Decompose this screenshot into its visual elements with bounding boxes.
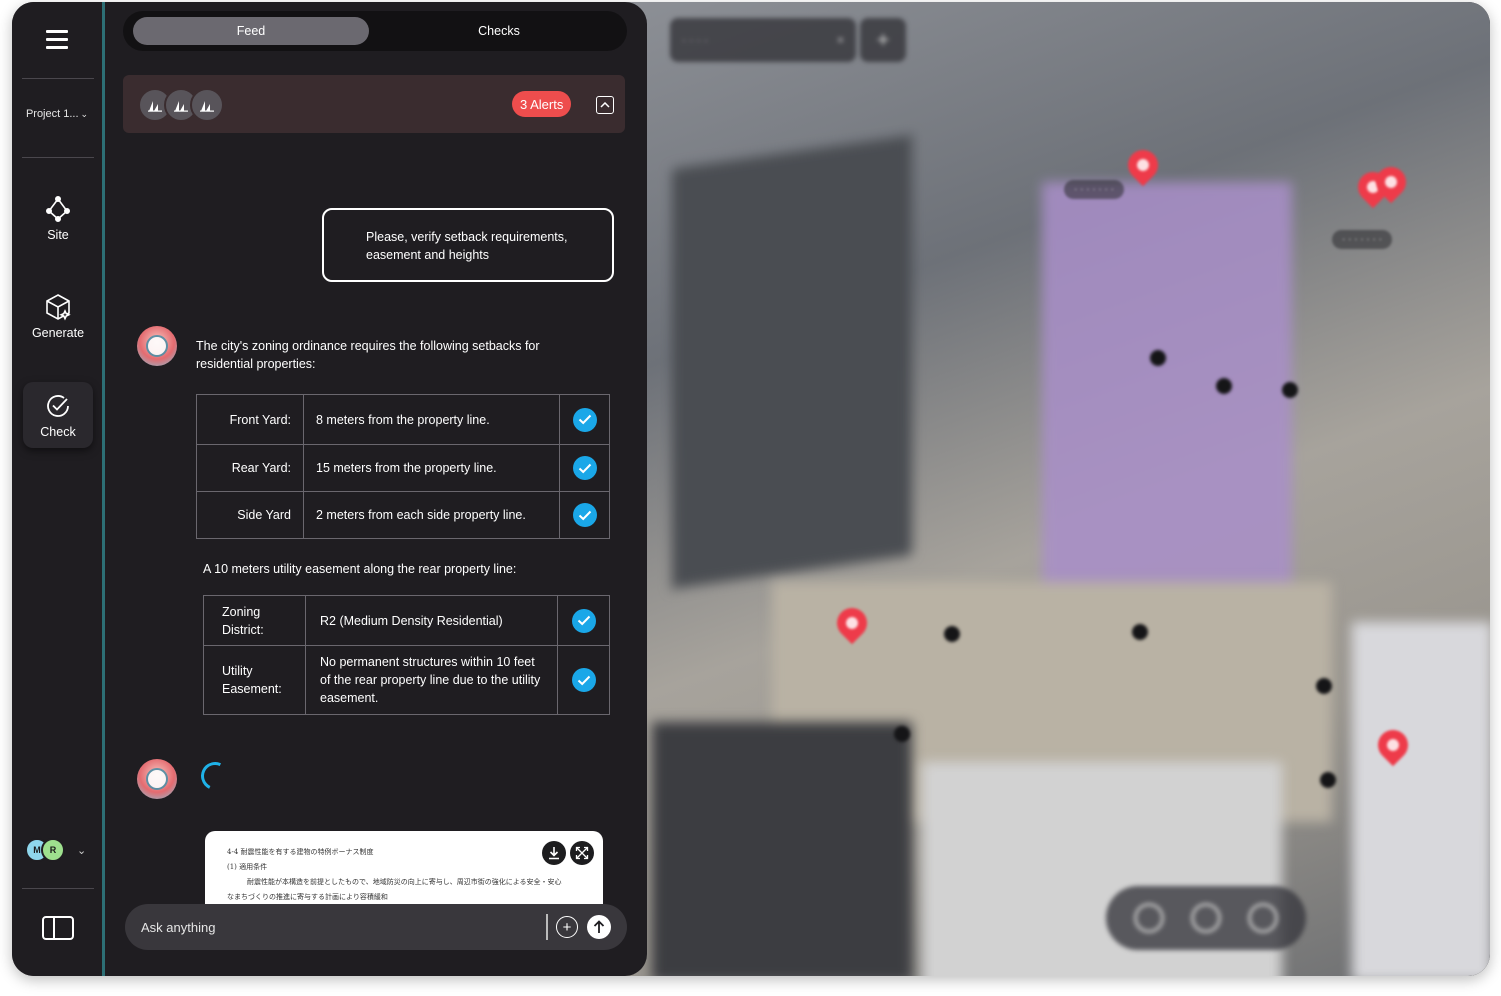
table-row: Side Yard 2 meters from each side proper…	[196, 491, 610, 539]
map-marker[interactable]	[894, 726, 910, 742]
site-nodes-icon	[44, 194, 72, 224]
chevron-down-icon[interactable]: ⌄	[77, 844, 86, 857]
map-marker[interactable]	[944, 626, 960, 642]
row-label: Front Yard:	[196, 394, 304, 445]
add-tab-button[interactable]: +	[860, 18, 906, 62]
map-building	[672, 135, 912, 589]
assistant-avatar	[137, 326, 177, 366]
row-label: Rear Yard:	[196, 444, 304, 492]
rail-item-generate[interactable]: Generate	[23, 283, 93, 349]
close-icon[interactable]: ×	[837, 33, 844, 47]
chat-input[interactable]	[141, 904, 531, 950]
tab-checks[interactable]: Checks	[381, 17, 617, 45]
map-marker[interactable]	[1132, 624, 1148, 640]
collapse-icon[interactable]	[596, 96, 614, 114]
assistant-avatar	[137, 759, 177, 799]
check-status-icon	[572, 456, 597, 480]
row-value: No permanent structures within 10 feet o…	[305, 645, 558, 715]
map-marker[interactable]	[1316, 678, 1332, 694]
download-icon[interactable]	[542, 841, 566, 865]
project-selector-label: Project 1...	[25, 108, 79, 120]
doc-line: 耐震性能が本構造を前提としたもので、地域防災の向上に寄与し、周辺市街の強化による…	[247, 878, 562, 886]
map-3d-view[interactable]: · · · · · · · · · · · · · · · · · · × +	[572, 2, 1490, 976]
lasso-tool-icon[interactable]	[1248, 903, 1279, 933]
loading-spinner-icon	[197, 758, 233, 794]
rail-item-label: Check	[40, 425, 76, 439]
generate-cube-icon	[43, 292, 73, 322]
collaborators[interactable]: M R ⌄	[25, 836, 86, 864]
doc-line: (1) 適用条件	[227, 863, 268, 871]
avatar: R	[41, 838, 65, 862]
row-label: Side Yard	[196, 491, 304, 539]
doc-line: なまちづくりの推進に寄与する計画により容積緩和	[227, 893, 388, 901]
map-building	[652, 722, 912, 976]
tab-switcher: Feed Checks	[123, 11, 627, 51]
divider	[22, 78, 94, 79]
orbit-tool-icon[interactable]	[1133, 903, 1164, 933]
map-toolbar	[1106, 886, 1306, 950]
row-value: 15 meters from the property line.	[303, 444, 560, 492]
row-label: Utility Easement:	[203, 645, 306, 715]
row-value: R2 (Medium Density Residential)	[305, 595, 558, 646]
map-alert-pin[interactable]	[1121, 143, 1165, 187]
map-marker[interactable]	[1282, 382, 1298, 398]
row-label: Zoning District:	[203, 595, 306, 646]
check-status-icon	[571, 668, 596, 692]
map-marker[interactable]	[1150, 350, 1166, 366]
check-status-icon	[572, 503, 597, 527]
divider	[22, 157, 94, 158]
send-icon[interactable]	[587, 915, 611, 939]
assistant-message: The city's zoning ordinance requires the…	[196, 339, 540, 371]
chat-panel: Feed Checks 3 Alerts Please, verify setb…	[105, 2, 647, 976]
hamburger-menu-icon[interactable]	[46, 30, 68, 50]
table-row: Utility Easement: No permanent structure…	[203, 645, 610, 715]
map-proposed-volume	[1042, 182, 1292, 602]
row-value: 2 meters from each side property line.	[303, 491, 560, 539]
left-rail: Project 1... ⌄ Site Generate Check M R ⌄	[12, 2, 102, 976]
rail-item-label: Site	[47, 228, 69, 242]
sidebar-toggle-icon[interactable]	[42, 916, 74, 940]
user-message: Please, verify setback requirements, eas…	[322, 208, 614, 282]
map-building	[1352, 622, 1490, 976]
row-value: 8 meters from the property line.	[303, 394, 560, 445]
app-window: · · · · · · · · · · · · · · · · · · × + P…	[12, 2, 1490, 976]
chevron-down-icon: ⌄	[80, 109, 89, 119]
easement-table: Zoning District: R2 (Medium Density Resi…	[203, 595, 610, 715]
document-preview[interactable]: 4-4 耐震性能を有する建物の特例ボーナス制度 (1) 適用条件 耐震性能が本構…	[205, 831, 603, 911]
tab-feed[interactable]: Feed	[133, 17, 369, 45]
expand-icon[interactable]	[570, 841, 594, 865]
rail-item-site[interactable]: Site	[23, 185, 93, 251]
chat-composer: +	[125, 904, 627, 950]
divider	[22, 888, 94, 889]
divider	[546, 914, 548, 940]
table-row: Front Yard: 8 meters from the property l…	[196, 394, 610, 445]
map-scenario-tab[interactable]: · · · · ×	[670, 18, 856, 62]
building-icon	[190, 88, 224, 122]
table-row: Rear Yard: 15 meters from the property l…	[196, 444, 610, 492]
map-marker[interactable]	[1320, 772, 1336, 788]
check-status-icon	[571, 608, 596, 633]
doc-line: 4-4 耐震性能を有する建物の特例ボーナス制度	[227, 848, 374, 856]
pan-hand-icon[interactable]	[1190, 903, 1221, 933]
check-circle-icon	[45, 391, 71, 421]
easement-intro: A 10 meters utility easement along the r…	[203, 562, 517, 576]
map-marker[interactable]	[1216, 378, 1232, 394]
rail-item-label: Generate	[31, 326, 85, 340]
table-row: Zoning District: R2 (Medium Density Resi…	[203, 595, 610, 646]
project-selector[interactable]: Project 1... ⌄	[12, 108, 102, 120]
rail-item-check[interactable]: Check	[23, 382, 93, 448]
add-attachment-icon[interactable]: +	[556, 916, 578, 938]
check-status-icon	[572, 407, 597, 432]
setbacks-table: Front Yard: 8 meters from the property l…	[196, 394, 610, 539]
alerts-badge[interactable]: 3 Alerts	[512, 91, 572, 117]
alerts-bar[interactable]: 3 Alerts	[123, 75, 625, 133]
